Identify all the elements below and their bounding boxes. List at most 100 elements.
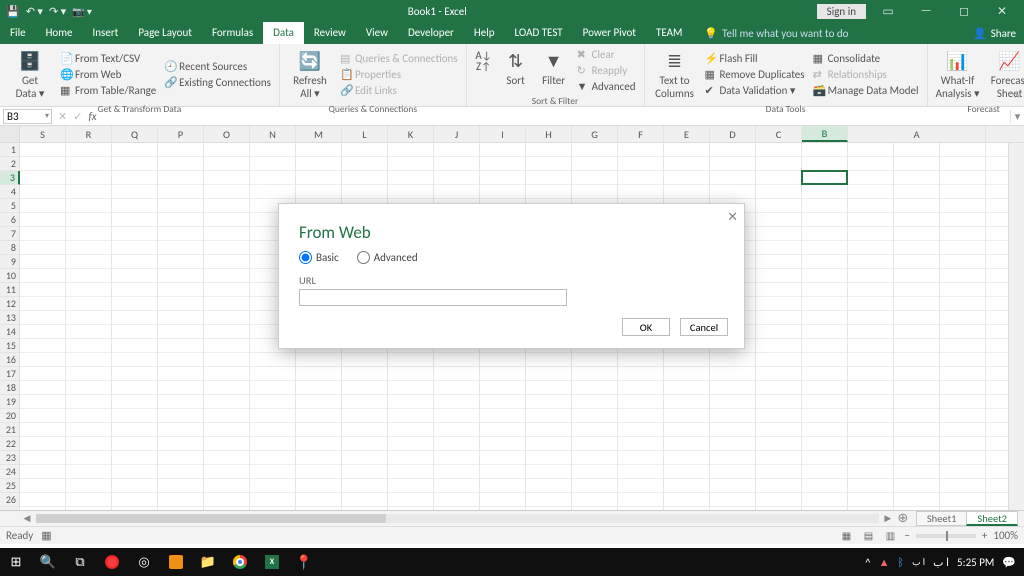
row-header[interactable]: 25 xyxy=(0,479,20,493)
row-header[interactable]: 26 xyxy=(0,493,20,507)
row-header[interactable]: 18 xyxy=(0,381,20,395)
filter-button[interactable]: ▼ Filter xyxy=(537,46,571,94)
url-input[interactable] xyxy=(299,289,567,306)
column-header[interactable]: M xyxy=(296,126,342,142)
advanced-filter-button[interactable]: ▼Advanced xyxy=(575,78,638,94)
taskbar-app[interactable] xyxy=(160,548,192,576)
tray-bluetooth-icon[interactable]: ᛒ xyxy=(898,556,905,569)
consolidate-button[interactable]: ▦Consolidate xyxy=(811,50,921,66)
column-header[interactable]: S xyxy=(20,126,66,142)
camera-icon[interactable]: 📷 ▾ xyxy=(72,5,92,18)
row-header[interactable]: 4 xyxy=(0,185,20,199)
scroll-right-icon[interactable]: ▶ xyxy=(881,513,895,524)
page-break-view-icon[interactable]: ▥ xyxy=(882,529,898,543)
row-header[interactable]: 16 xyxy=(0,353,20,367)
data-validation-button[interactable]: ✔Data Validation ▾ xyxy=(703,82,807,98)
column-header[interactable]: F xyxy=(618,126,664,142)
select-all-corner[interactable] xyxy=(0,126,20,142)
row-header[interactable]: 1 xyxy=(0,143,20,157)
from-table-range-button[interactable]: ▦From Table/Range xyxy=(58,82,158,98)
zoom-value[interactable]: 100% xyxy=(993,529,1018,542)
tell-me-search[interactable]: 💡 Tell me what you want to do xyxy=(704,27,848,40)
row-header[interactable]: 20 xyxy=(0,409,20,423)
row-header[interactable]: 17 xyxy=(0,367,20,381)
radio-basic[interactable]: Basic xyxy=(299,251,339,264)
scroll-left-icon[interactable]: ◀ xyxy=(20,513,34,524)
column-header[interactable]: O xyxy=(204,126,250,142)
radio-basic-input[interactable] xyxy=(299,251,312,264)
row-header[interactable]: 23 xyxy=(0,451,20,465)
sheet-tab-sheet2[interactable]: Sheet2 xyxy=(966,511,1018,526)
sort-az-button[interactable]: A↓Z↑ xyxy=(473,46,495,94)
row-header[interactable]: 22 xyxy=(0,437,20,451)
row-header[interactable]: 2 xyxy=(0,157,20,171)
radio-advanced[interactable]: Advanced xyxy=(357,251,418,264)
column-header[interactable]: G xyxy=(572,126,618,142)
tab-insert[interactable]: Insert xyxy=(83,22,129,44)
zoom-in-icon[interactable]: + xyxy=(982,529,987,542)
ok-button[interactable]: OK xyxy=(622,318,670,336)
minimize-icon[interactable]: — xyxy=(910,0,942,22)
row-header[interactable]: 7 xyxy=(0,227,20,241)
selected-cell[interactable] xyxy=(801,170,848,185)
tab-developer[interactable]: Developer xyxy=(398,22,464,44)
zoom-slider[interactable] xyxy=(916,534,976,538)
column-header[interactable]: P xyxy=(158,126,204,142)
queries-connections-button[interactable]: ▤Queries & Connections xyxy=(338,50,460,66)
row-header[interactable]: 8 xyxy=(0,241,20,255)
row-header[interactable]: 11 xyxy=(0,283,20,297)
tab-power-pivot[interactable]: Power Pivot xyxy=(573,22,646,44)
tab-formulas[interactable]: Formulas xyxy=(202,22,263,44)
redo-icon[interactable]: ↷ ▾ xyxy=(49,5,66,18)
name-box[interactable]: B3 xyxy=(3,109,52,124)
row-header[interactable]: 3 xyxy=(0,171,20,185)
column-header[interactable]: A xyxy=(848,126,986,142)
tab-help[interactable]: Help xyxy=(464,22,505,44)
row-header[interactable]: 5 xyxy=(0,199,20,213)
taskbar-app[interactable] xyxy=(224,548,256,576)
from-web-button[interactable]: 🌐From Web xyxy=(58,66,158,82)
flash-fill-button[interactable]: ⚡Flash Fill xyxy=(703,50,807,66)
remove-duplicates-button[interactable]: ▦Remove Duplicates xyxy=(703,66,807,82)
from-text-csv-button[interactable]: 📄From Text/CSV xyxy=(58,50,158,66)
share-button[interactable]: 👤 Share xyxy=(973,27,1016,40)
sheet-tab-sheet1[interactable]: Sheet1 xyxy=(916,511,968,526)
tab-view[interactable]: View xyxy=(356,22,398,44)
tab-review[interactable]: Review xyxy=(304,22,356,44)
column-header[interactable]: N xyxy=(250,126,296,142)
scroll-thumb[interactable] xyxy=(36,514,386,523)
taskbar-app[interactable]: X xyxy=(256,548,288,576)
row-header[interactable]: 9 xyxy=(0,255,20,269)
tab-team[interactable]: TEAM xyxy=(646,22,692,44)
dialog-close-icon[interactable]: ✕ xyxy=(727,210,738,225)
taskbar-app[interactable]: ◎ xyxy=(128,548,160,576)
tray-notifications-icon[interactable]: 💬 xyxy=(1002,556,1016,569)
zoom-out-icon[interactable]: − xyxy=(904,529,909,542)
tray-warning-icon[interactable]: ▲ xyxy=(879,556,890,569)
search-icon[interactable]: 🔍 xyxy=(32,548,64,576)
sort-button[interactable]: ⇅ Sort xyxy=(499,46,533,94)
get-data-button[interactable]: 🗄️ Get Data ▾ xyxy=(6,46,54,102)
tray-text-icon[interactable]: ا ب xyxy=(912,557,925,568)
collapse-ribbon-icon[interactable]: ^ xyxy=(1015,91,1020,104)
tray-clock[interactable]: 5:25 PM xyxy=(957,556,994,569)
normal-view-icon[interactable]: ▦ xyxy=(838,529,854,543)
taskbar-app[interactable] xyxy=(96,548,128,576)
row-header[interactable]: 24 xyxy=(0,465,20,479)
column-header[interactable]: H xyxy=(526,126,572,142)
column-header[interactable]: L xyxy=(342,126,388,142)
recent-sources-button[interactable]: 🕘Recent Sources xyxy=(162,58,273,74)
undo-icon[interactable]: ↶ ▾ xyxy=(26,5,43,18)
row-header[interactable]: 19 xyxy=(0,395,20,409)
row-header[interactable]: 14 xyxy=(0,325,20,339)
tab-data[interactable]: Data xyxy=(263,22,304,44)
column-header[interactable]: D xyxy=(710,126,756,142)
radio-advanced-input[interactable] xyxy=(357,251,370,264)
sign-in-button[interactable]: Sign in xyxy=(817,4,866,19)
tab-page-layout[interactable]: Page Layout xyxy=(128,22,202,44)
row-header[interactable]: 6 xyxy=(0,213,20,227)
taskbar-app[interactable]: 📁 xyxy=(192,548,224,576)
tray-chevron-icon[interactable]: ^ xyxy=(865,556,870,569)
tab-home[interactable]: Home xyxy=(36,22,83,44)
row-header[interactable]: 27 xyxy=(0,507,20,510)
